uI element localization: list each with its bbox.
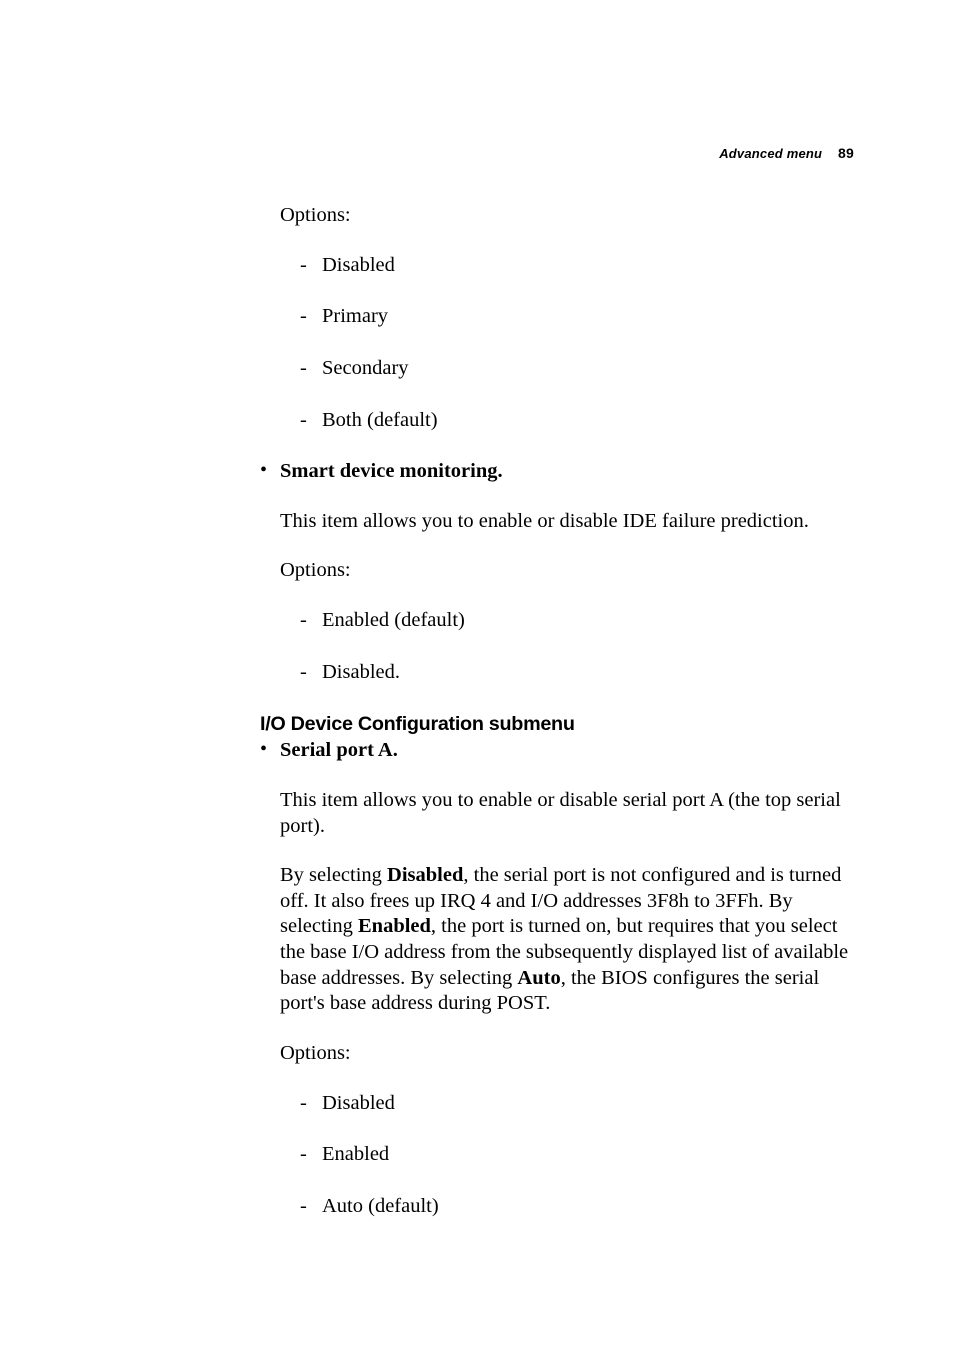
- list-item: Both (default): [300, 408, 854, 434]
- list-item: Disabled.: [300, 660, 854, 686]
- options-list: Enabled (default) Disabled.: [280, 608, 854, 685]
- serial-a-desc: This item allows you to enable or disabl…: [280, 788, 854, 839]
- list-item: Enabled (default): [300, 608, 854, 634]
- page-content: Advanced menu 89 Options: Disabled Prima…: [0, 0, 954, 1345]
- io-config-heading: I/O Device Configuration submenu: [260, 713, 854, 736]
- options-block-1: Options: Disabled Primary Secondary Both…: [260, 203, 854, 433]
- page-number: 89: [838, 145, 854, 161]
- options-list: Disabled Enabled Auto (default): [280, 1091, 854, 1220]
- section-title: Advanced menu: [719, 146, 822, 161]
- list-item: Enabled: [300, 1142, 854, 1168]
- list-item: Disabled: [300, 1091, 854, 1117]
- bullet-list: Smart device monitoring.: [260, 459, 854, 485]
- smart-desc: This item allows you to enable or disabl…: [280, 509, 854, 535]
- bold-run: Enabled: [358, 915, 431, 937]
- bullet-list: Serial port A.: [260, 738, 854, 764]
- text-run: By selecting: [280, 864, 387, 886]
- options-label: Options:: [280, 558, 854, 584]
- list-item: Auto (default): [300, 1194, 854, 1220]
- options-label: Options:: [280, 1041, 854, 1067]
- bold-run: Auto: [517, 967, 560, 989]
- bullet-title: Serial port A.: [280, 739, 398, 761]
- serial-a-paragraph: By selecting Disabled, the serial port i…: [280, 863, 854, 1017]
- list-item: Secondary: [300, 356, 854, 382]
- bullet-title: Smart device monitoring.: [280, 460, 503, 482]
- bold-run: Disabled: [387, 864, 463, 886]
- list-item: Disabled: [300, 253, 854, 279]
- bullet-smart-device: Smart device monitoring.: [260, 459, 854, 485]
- bullet-serial-port-a: Serial port A.: [260, 738, 854, 764]
- list-item: Primary: [300, 304, 854, 330]
- options-label: Options:: [280, 203, 854, 229]
- page-header: Advanced menu 89: [260, 145, 854, 161]
- options-list: Disabled Primary Secondary Both (default…: [280, 253, 854, 434]
- smart-body: This item allows you to enable or disabl…: [260, 509, 854, 686]
- serial-a-body: This item allows you to enable or disabl…: [260, 788, 854, 1220]
